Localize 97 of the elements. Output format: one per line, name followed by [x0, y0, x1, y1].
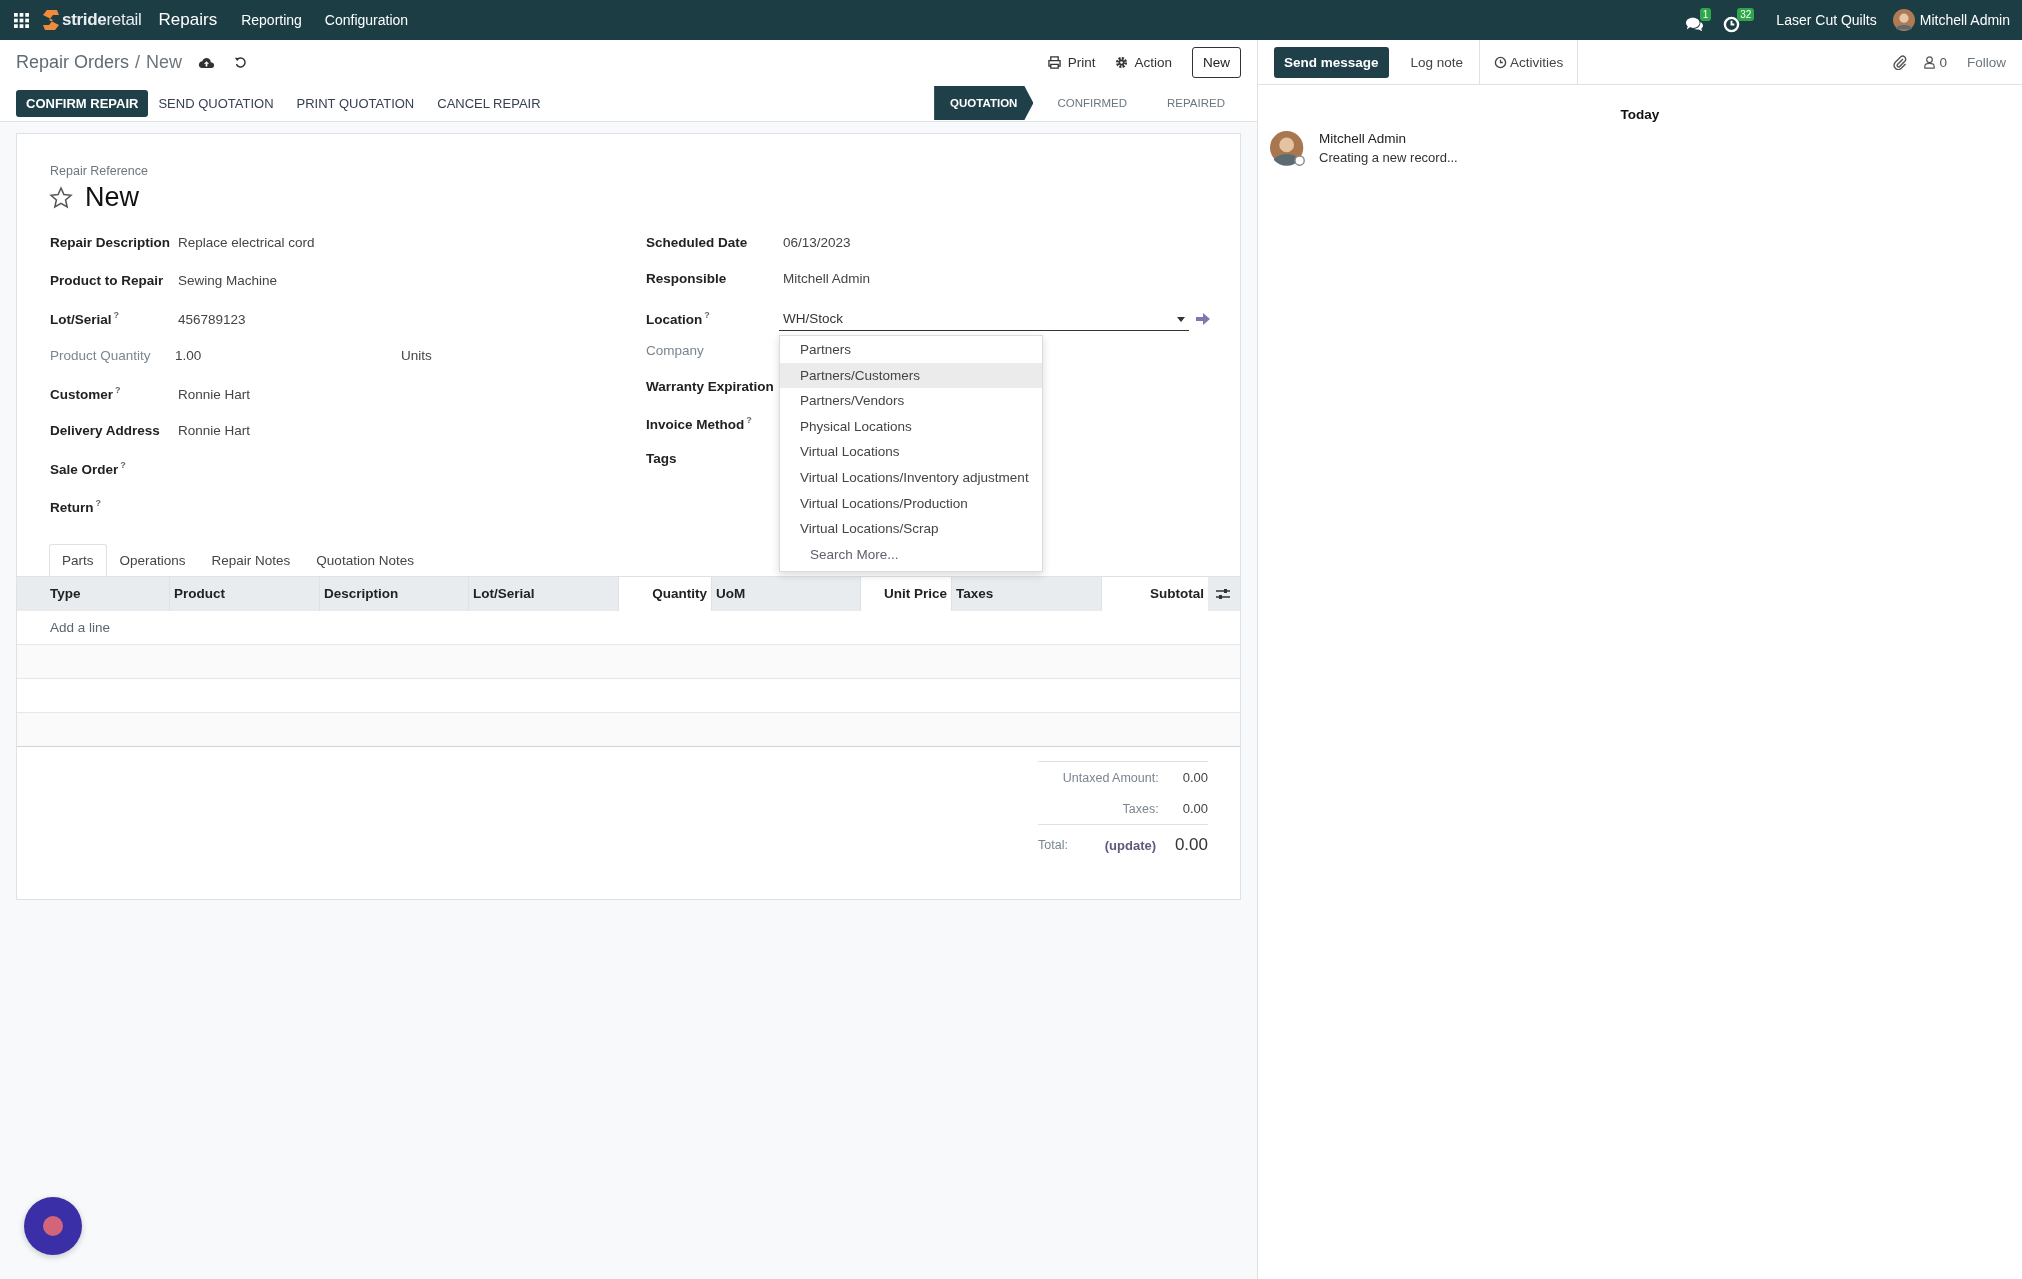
sliders-icon[interactable] [1216, 588, 1230, 600]
field-label: Repair Description [50, 235, 172, 250]
field-value[interactable]: 06/13/2023 [783, 235, 851, 250]
brand-name[interactable]: strideretail [62, 10, 142, 30]
dropdown-option[interactable]: Virtual Locations/Inventory adjustment [780, 464, 1042, 491]
field-value[interactable]: Ronnie Hart [178, 422, 251, 438]
app-name[interactable]: Repairs [158, 10, 218, 30]
new-button[interactable]: New [1192, 47, 1241, 78]
dropdown-option[interactable]: Virtual Locations [780, 439, 1042, 465]
tab[interactable]: Quotation Notes [303, 544, 427, 576]
clock-icon [1494, 55, 1508, 69]
field-label: Company [646, 343, 705, 358]
action-button[interactable]: Action [1115, 55, 1172, 70]
arrow-icon[interactable] [1195, 312, 1211, 326]
dropdown-option[interactable]: Physical Locations [780, 413, 1042, 440]
stage-button[interactable]: QUOTATION [934, 86, 1034, 120]
paperclip-icon[interactable] [1893, 54, 1908, 70]
field-label: Location$^{?}$ [646, 309, 711, 326]
field-label: Return$^{?}$ [50, 497, 102, 514]
followers-button[interactable]: 0 [1923, 40, 1947, 84]
tab[interactable]: Parts [49, 544, 107, 576]
breadcrumb-current: New [146, 52, 183, 73]
dropdown-option[interactable]: Virtual Locations/Scrap [780, 516, 1042, 542]
avatar [1270, 131, 1307, 168]
header-button[interactable]: CONFIRM REPAIR [16, 89, 149, 117]
cloud-upload-icon[interactable] [198, 55, 216, 70]
add-line-link[interactable]: Add a line [50, 620, 111, 635]
gear-icon [1115, 56, 1129, 69]
search-more-link[interactable]: Search More... [780, 541, 1042, 568]
user-menu[interactable]: Mitchell Admin [1919, 12, 2010, 28]
total-value: 0.00 [1174, 835, 1208, 855]
chat-icon [1685, 15, 1703, 33]
field-value[interactable]: Ronnie Hart [178, 386, 251, 402]
breadcrumb-link[interactable]: Repair Orders [16, 52, 130, 73]
company-switcher[interactable]: Laser Cut Quilts [1776, 12, 1877, 28]
field-label: Tags [646, 451, 678, 466]
total-label: Total: [1038, 838, 1068, 852]
activities-tab[interactable]: Activities [1479, 40, 1579, 84]
count-badge: 1 [1699, 7, 1712, 21]
field-label: Repair Reference [50, 164, 149, 178]
dropdown-option[interactable]: Partners [780, 337, 1042, 363]
person-icon [1923, 55, 1937, 69]
field-label: Product Quantity [50, 347, 152, 363]
location-field[interactable]: WH/Stock [779, 307, 1189, 331]
column-header[interactable]: Unit Price [860, 577, 951, 611]
avatar[interactable] [1892, 9, 1915, 31]
header-button[interactable]: PRINT QUOTATION [286, 89, 425, 117]
apps-menu-icon[interactable] [14, 12, 29, 28]
floating-button[interactable] [24, 1197, 82, 1255]
field-value[interactable]: Replace electrical cord [178, 235, 315, 250]
field-label: Lot/Serial$^{?}$ [50, 310, 120, 327]
send-message-button[interactable]: Send message [1274, 46, 1389, 78]
field-value[interactable]: Mitchell Admin [783, 271, 871, 286]
menu-item[interactable]: Reporting [241, 12, 302, 28]
total-label: Taxes: [1121, 801, 1159, 816]
star-icon[interactable] [49, 185, 73, 210]
logo-icon [41, 8, 61, 32]
column-header[interactable]: Quantity [618, 577, 711, 611]
follow-button[interactable]: Follow [1967, 40, 2006, 84]
dropdown-option[interactable]: Virtual Locations/Production [780, 490, 1042, 517]
print-button[interactable]: Print [1047, 55, 1096, 70]
dropdown-option[interactable]: Partners/Customers [780, 362, 1042, 389]
field-label: Customer$^{?}$ [50, 385, 122, 402]
header-button[interactable]: CANCEL REPAIR [427, 89, 551, 117]
field-label: Invoice Method$^{?}$ [646, 415, 753, 432]
column-header[interactable]: Type [17, 577, 169, 611]
undo-icon[interactable] [234, 56, 248, 69]
total-value: 0.00 [1182, 801, 1208, 816]
message-author: Mitchell Admin [1319, 131, 1408, 146]
message-text: Creating a new record... [1319, 150, 1458, 165]
field-label: Scheduled Date [646, 235, 749, 250]
dropdown-option[interactable]: Partners/Vendors [780, 388, 1042, 414]
menu-item[interactable]: Configuration [324, 12, 409, 28]
printer-icon [1047, 56, 1061, 69]
breadcrumb-separator: / [135, 52, 141, 73]
clock-icon [1723, 15, 1741, 33]
field-label: Sale Order$^{?}$ [50, 460, 127, 477]
log-note-tab[interactable]: Log note [1394, 40, 1480, 84]
field-label: Responsible [646, 271, 728, 286]
count-badge: 32 [1737, 7, 1755, 21]
caret-icon[interactable] [1177, 317, 1185, 322]
field-value[interactable]: Sewing Machine [178, 272, 278, 288]
header-button[interactable]: SEND QUOTATION [148, 89, 284, 117]
field-value[interactable]: 1.00 [175, 347, 401, 363]
tab[interactable]: Repair Notes [198, 544, 304, 576]
update-link[interactable]: (update) [1104, 837, 1157, 853]
tab[interactable]: Operations [106, 544, 199, 576]
field-label: Warranty Expiration [646, 379, 775, 394]
field-label: Delivery Address [50, 422, 161, 438]
total-label: Untaxed Amount: [1061, 770, 1159, 785]
unit-label: Units [401, 347, 432, 363]
total-value: 0.00 [1182, 770, 1208, 785]
field-label: Product to Repair [50, 272, 165, 288]
field-value[interactable]: 456789123 [178, 311, 246, 327]
column-header[interactable]: Subtotal [1101, 577, 1208, 611]
date-separator: Today [1620, 107, 1660, 122]
record-title: New [85, 182, 139, 213]
